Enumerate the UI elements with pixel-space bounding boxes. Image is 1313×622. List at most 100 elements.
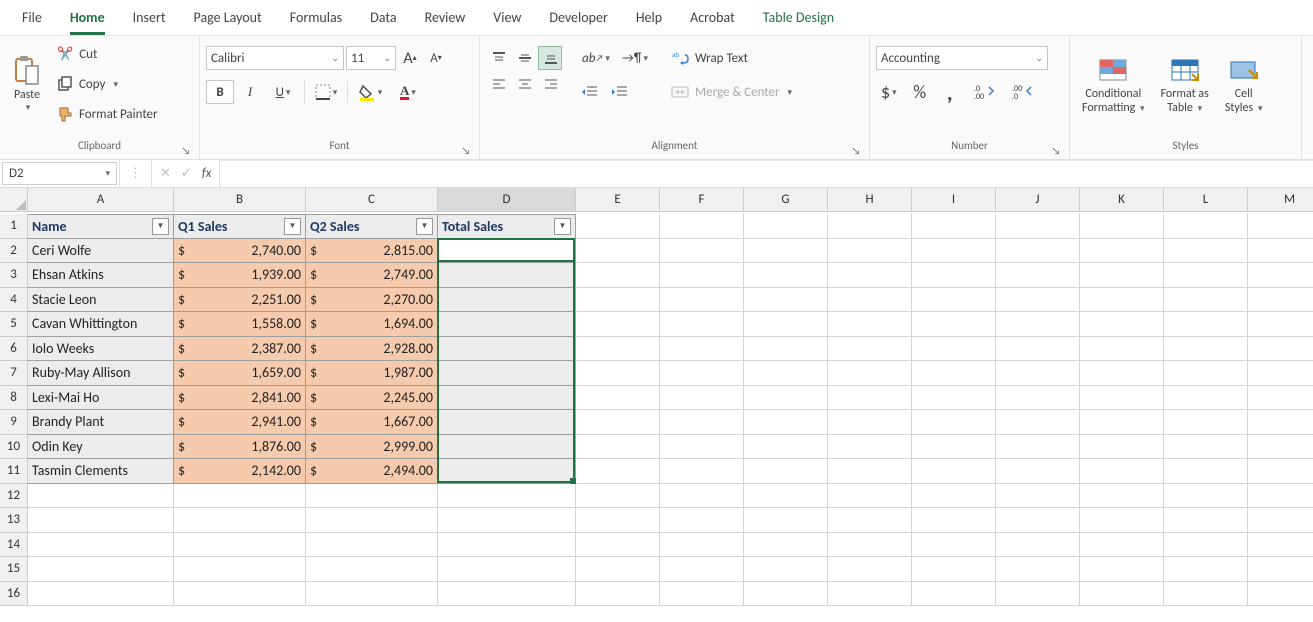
cell[interactable] <box>912 533 996 558</box>
cell[interactable] <box>438 337 576 362</box>
cancel-icon[interactable]: ✕ <box>160 166 171 181</box>
cell[interactable] <box>744 508 828 533</box>
cell[interactable] <box>438 484 576 509</box>
menu-review[interactable]: Review <box>411 1 480 34</box>
cell[interactable] <box>996 214 1080 239</box>
dialog-launcher-icon[interactable]: ↘ <box>459 143 473 157</box>
cell[interactable] <box>912 361 996 386</box>
menu-page-layout[interactable]: Page Layout <box>180 1 276 34</box>
dialog-launcher-icon[interactable]: ↘ <box>179 143 193 157</box>
font-name-select[interactable]: Calibri⌄ <box>206 46 344 70</box>
cell[interactable] <box>996 361 1080 386</box>
cell[interactable] <box>28 484 174 509</box>
menu-data[interactable]: Data <box>356 1 410 34</box>
cell[interactable] <box>912 582 996 607</box>
cell[interactable]: $2,740.00 <box>174 239 306 264</box>
row-header-2[interactable]: 2 <box>0 239 28 264</box>
cell[interactable] <box>828 508 912 533</box>
align-center-button[interactable] <box>512 72 536 96</box>
percent-format-button[interactable]: % <box>908 80 932 104</box>
grow-font-button[interactable]: A▴ <box>398 46 422 70</box>
cell[interactable] <box>1248 435 1313 460</box>
cell[interactable] <box>744 361 828 386</box>
align-top-button[interactable] <box>486 46 510 70</box>
cell[interactable] <box>912 459 996 484</box>
cell[interactable] <box>1164 288 1248 313</box>
cell[interactable] <box>576 361 660 386</box>
row-header-6[interactable]: 6 <box>0 337 28 362</box>
cell[interactable] <box>744 214 828 239</box>
format-as-table-button[interactable]: Format as Table ▾ <box>1155 40 1215 128</box>
wrap-text-button[interactable]: ab Wrap Text <box>666 46 816 70</box>
cell[interactable]: $1,659.00 <box>174 361 306 386</box>
cell[interactable] <box>912 410 996 435</box>
cell[interactable] <box>996 557 1080 582</box>
row-header-16[interactable]: 16 <box>0 582 28 607</box>
cell[interactable] <box>744 533 828 558</box>
cell[interactable] <box>576 484 660 509</box>
paste-button[interactable]: Paste ▾ <box>6 40 48 128</box>
cell[interactable] <box>828 361 912 386</box>
cell[interactable] <box>996 288 1080 313</box>
cell[interactable] <box>576 459 660 484</box>
fx-label[interactable]: fx <box>202 166 212 181</box>
row-header-7[interactable]: 7 <box>0 361 28 386</box>
cell[interactable] <box>1080 533 1164 558</box>
cell[interactable] <box>438 582 576 607</box>
accounting-format-button[interactable]: $▾ <box>876 80 902 104</box>
cell[interactable] <box>996 263 1080 288</box>
row-header-1[interactable]: 1 <box>0 214 28 239</box>
filter-dropdown-icon[interactable]: ▼ <box>284 218 301 235</box>
cell[interactable] <box>828 533 912 558</box>
cell[interactable] <box>1164 484 1248 509</box>
cell[interactable]: $1,667.00 <box>306 410 438 435</box>
fill-color-button[interactable]: ▾ <box>352 80 388 104</box>
cell[interactable] <box>996 337 1080 362</box>
table-header[interactable]: Q2 Sales▼ <box>306 214 438 239</box>
cell[interactable]: $1,558.00 <box>174 312 306 337</box>
cell[interactable] <box>1248 533 1313 558</box>
cell[interactable] <box>912 263 996 288</box>
number-format-select[interactable]: Accounting⌄ <box>876 46 1048 70</box>
column-header-J[interactable]: J <box>996 188 1080 212</box>
column-header-G[interactable]: G <box>744 188 828 212</box>
cell[interactable] <box>996 484 1080 509</box>
row-header-11[interactable]: 11 <box>0 459 28 484</box>
cell[interactable] <box>660 386 744 411</box>
cell[interactable] <box>744 484 828 509</box>
font-color-button[interactable]: A▾ <box>390 80 426 104</box>
cell[interactable] <box>828 484 912 509</box>
cell[interactable] <box>660 533 744 558</box>
format-painter-button[interactable]: Format Painter <box>52 102 163 126</box>
comma-format-button[interactable]: , <box>938 80 962 104</box>
cell[interactable] <box>1248 361 1313 386</box>
cell[interactable] <box>1248 508 1313 533</box>
align-middle-button[interactable] <box>512 46 536 70</box>
italic-button[interactable]: I <box>236 80 264 104</box>
cell-styles-button[interactable]: Cell Styles ▾ <box>1219 40 1269 128</box>
cell[interactable] <box>660 435 744 460</box>
cell[interactable] <box>28 582 174 607</box>
cell[interactable] <box>576 214 660 239</box>
cell[interactable]: $2,387.00 <box>174 337 306 362</box>
table-header[interactable]: Total Sales▼ <box>438 214 576 239</box>
cell[interactable] <box>828 459 912 484</box>
cell[interactable] <box>576 557 660 582</box>
menu-developer[interactable]: Developer <box>535 1 621 34</box>
column-header-E[interactable]: E <box>576 188 660 212</box>
cell[interactable]: Brandy Plant <box>28 410 174 435</box>
cell[interactable] <box>576 410 660 435</box>
cell[interactable] <box>174 582 306 607</box>
cell[interactable] <box>1164 361 1248 386</box>
cell[interactable] <box>996 239 1080 264</box>
cell[interactable] <box>1080 214 1164 239</box>
row-header-10[interactable]: 10 <box>0 435 28 460</box>
cell[interactable]: Ehsan Atkins <box>28 263 174 288</box>
cell[interactable] <box>660 239 744 264</box>
cell[interactable] <box>1080 459 1164 484</box>
cell[interactable]: $2,142.00 <box>174 459 306 484</box>
cell[interactable]: $1,694.00 <box>306 312 438 337</box>
cell[interactable]: Ceri Wolfe <box>28 239 174 264</box>
copy-button[interactable]: Copy ▾ <box>52 72 163 96</box>
row-header-12[interactable]: 12 <box>0 484 28 509</box>
